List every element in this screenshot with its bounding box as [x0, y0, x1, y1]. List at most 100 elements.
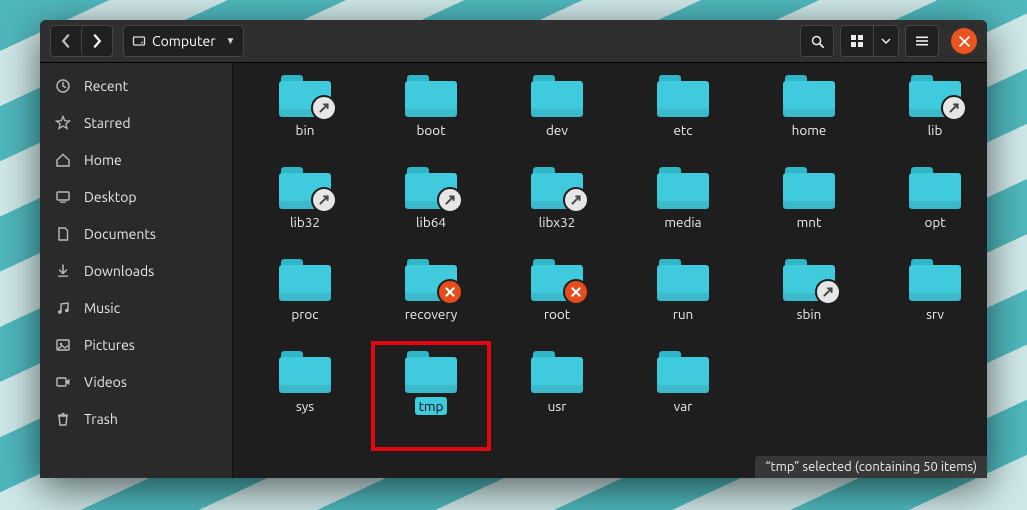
- video-icon: [54, 373, 72, 391]
- folder-item-home[interactable]: home: [749, 71, 869, 163]
- sidebar-item-recent[interactable]: Recent: [40, 67, 232, 104]
- folder-icon: [405, 73, 457, 117]
- folder-item-opt[interactable]: opt: [875, 163, 987, 255]
- folder-item-boot[interactable]: boot: [371, 71, 491, 163]
- folder-label: run: [669, 305, 698, 323]
- folder-item-proc[interactable]: proc: [245, 255, 365, 347]
- path-segment-computer[interactable]: Computer: [132, 33, 216, 49]
- sidebar-item-label: Desktop: [84, 189, 137, 205]
- window-body: Recent Starred Home Desktop Documents Downloa…: [40, 63, 987, 478]
- folder-icon: [405, 257, 457, 301]
- folder-icon: [657, 349, 709, 393]
- sidebar-item-music[interactable]: Music: [40, 289, 232, 326]
- folder-label: var: [670, 397, 697, 415]
- view-dropdown-button[interactable]: [873, 26, 898, 56]
- folder-item-bin[interactable]: bin: [245, 71, 365, 163]
- folder-icon: [909, 257, 961, 301]
- folder-icon: [657, 165, 709, 209]
- folder-icon: [909, 73, 961, 117]
- folder-item-srv[interactable]: srv: [875, 255, 987, 347]
- folder-label: boot: [413, 121, 450, 139]
- folder-item-sbin[interactable]: sbin: [749, 255, 869, 347]
- sidebar-item-downloads[interactable]: Downloads: [40, 252, 232, 289]
- folder-grid: bin boot dev etc home lib lib32 lib64 libx32 medi…: [233, 63, 987, 467]
- desktop-icon: [54, 188, 72, 206]
- path-label: Computer: [152, 33, 216, 49]
- folder-icon: [531, 165, 583, 209]
- sidebar-item-trash[interactable]: Trash: [40, 400, 232, 437]
- folder-label: lib32: [286, 213, 324, 231]
- menu-icon: [915, 34, 929, 48]
- folder-icon: [657, 257, 709, 301]
- trash-icon: [54, 410, 72, 428]
- folder-item-lib64[interactable]: lib64: [371, 163, 491, 255]
- chevron-left-icon: [59, 34, 73, 48]
- folder-item-libx32[interactable]: libx32: [497, 163, 617, 255]
- path-bar[interactable]: Computer ▼: [123, 25, 244, 57]
- folder-item-mnt[interactable]: mnt: [749, 163, 869, 255]
- status-text: “tmp” selected (containing 50 items): [765, 460, 977, 474]
- back-button[interactable]: [51, 26, 81, 56]
- sidebar-item-label: Starred: [84, 115, 131, 131]
- folder-item-etc[interactable]: etc: [623, 71, 743, 163]
- access-denied-emblem-icon: [563, 279, 589, 305]
- folder-label: media: [660, 213, 705, 231]
- folder-item-tmp[interactable]: tmp: [371, 347, 491, 439]
- sidebar-item-label: Recent: [84, 78, 128, 94]
- icon-view-pane[interactable]: bin boot dev etc home lib lib32 lib64 libx32 medi…: [233, 63, 987, 478]
- star-icon: [54, 114, 72, 132]
- folder-item-usr[interactable]: usr: [497, 347, 617, 439]
- folder-item-run[interactable]: run: [623, 255, 743, 347]
- sidebar-item-videos[interactable]: Videos: [40, 363, 232, 400]
- access-denied-emblem-icon: [437, 279, 463, 305]
- folder-label: mnt: [793, 213, 826, 231]
- folder-item-lib32[interactable]: lib32: [245, 163, 365, 255]
- search-button[interactable]: [800, 25, 834, 57]
- folder-label: sys: [292, 397, 318, 415]
- folder-label: sbin: [793, 305, 826, 323]
- folder-item-sys[interactable]: sys: [245, 347, 365, 439]
- folder-item-media[interactable]: media: [623, 163, 743, 255]
- folder-label: dev: [542, 121, 572, 139]
- folder-item-root[interactable]: root: [497, 255, 617, 347]
- status-bar: “tmp” selected (containing 50 items): [755, 456, 987, 478]
- close-icon: [959, 36, 970, 47]
- folder-label: proc: [287, 305, 322, 323]
- folder-icon: [279, 73, 331, 117]
- symlink-emblem-icon: [941, 95, 967, 121]
- folder-label: libx32: [535, 213, 580, 231]
- nav-buttons: [50, 25, 113, 57]
- folder-icon: [279, 165, 331, 209]
- chevron-down-icon: [881, 36, 891, 46]
- sidebar-item-starred[interactable]: Starred: [40, 104, 232, 141]
- folder-label: opt: [920, 213, 949, 231]
- window-close-button[interactable]: [951, 28, 977, 54]
- hamburger-menu-button[interactable]: [905, 25, 939, 57]
- folder-icon: [531, 73, 583, 117]
- sidebar-item-label: Documents: [84, 226, 156, 242]
- folder-icon: [531, 257, 583, 301]
- view-controls: [840, 25, 899, 57]
- folder-label: usr: [544, 397, 571, 415]
- sidebar-item-home[interactable]: Home: [40, 141, 232, 178]
- folder-icon: [657, 73, 709, 117]
- folder-icon: [405, 349, 457, 393]
- folder-item-var[interactable]: var: [623, 347, 743, 439]
- forward-button[interactable]: [81, 26, 112, 56]
- folder-label: home: [788, 121, 831, 139]
- view-grid-button[interactable]: [841, 26, 873, 56]
- folder-item-recovery[interactable]: recovery: [371, 255, 491, 347]
- music-icon: [54, 299, 72, 317]
- sidebar-item-label: Pictures: [84, 337, 135, 353]
- file-icon: [54, 225, 72, 243]
- folder-icon: [909, 165, 961, 209]
- sidebar-item-label: Downloads: [84, 263, 154, 279]
- sidebar-item-documents[interactable]: Documents: [40, 215, 232, 252]
- sidebar-item-label: Videos: [84, 374, 127, 390]
- path-dropdown-button[interactable]: ▼: [226, 35, 236, 47]
- sidebar-item-pictures[interactable]: Pictures: [40, 326, 232, 363]
- folder-icon: [783, 73, 835, 117]
- folder-item-lib[interactable]: lib: [875, 71, 987, 163]
- folder-item-dev[interactable]: dev: [497, 71, 617, 163]
- sidebar-item-desktop[interactable]: Desktop: [40, 178, 232, 215]
